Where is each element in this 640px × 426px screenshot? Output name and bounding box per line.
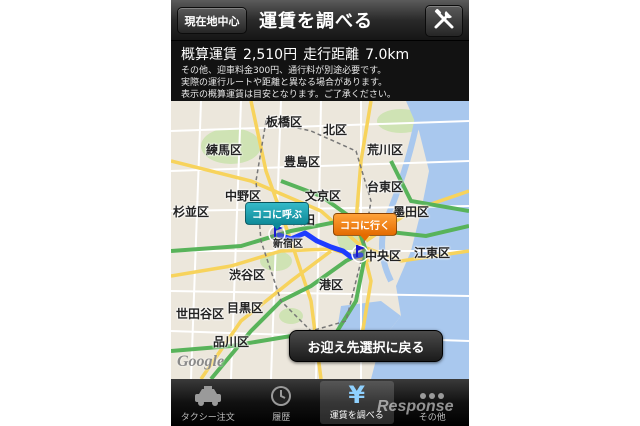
tools-button[interactable] [425,5,463,37]
tab-label: 運賃を調べる [329,411,384,421]
fare-summary: 概算運賃 2,510円 走行距離 7.0km [181,44,415,64]
destination-callout[interactable]: ココに行く [333,213,397,241]
tab-history[interactable]: 履歴 [245,379,319,426]
ward-label: 台東区 [367,180,404,194]
taxi-icon [193,382,223,410]
fare-value: 2,510円 [243,47,298,63]
app-screen: 現在地中心 運賃を調べる 概算運賃 2,510円 走行距離 7.0km その他、迎車料… [171,0,469,426]
map-view[interactable]: 北区 荒川区 板橋区 練馬区 豊島区 台東区 中野区 文京区 杉並区 代田 墨田… [171,101,469,379]
fare-info-panel: 概算運賃 2,510円 走行距離 7.0km その他、迎車料金300円、通行料が別途必… [171,41,469,101]
pickup-callout[interactable]: ココに呼ぶ [245,202,309,230]
ward-label: 港区 [319,278,344,292]
tab-taxi-order[interactable]: タクシー注文 [171,379,245,426]
ward-label: 文京区 [305,189,342,203]
ward-label: 板橋区 [266,115,303,129]
ward-label: 品川区 [213,335,250,349]
distance-label: 走行距離 [303,47,360,63]
ward-label: 墨田区 [393,205,430,219]
ward-label: 中央区 [365,249,402,263]
fare-label: 概算運賃 [181,47,237,63]
ward-label: 練馬区 [206,143,243,157]
page-title: 運賃を調べる [259,11,373,32]
tools-icon [433,8,455,34]
distance-value: 7.0km [365,47,410,63]
ward-label: 豊島区 [284,155,321,169]
navigation-bar: 現在地中心 運賃を調べる [171,0,469,41]
ward-label: 北区 [323,123,348,137]
ward-label: 世田谷区 [176,307,225,321]
back-to-pickup-button[interactable]: お迎え先選択に戻る [289,330,443,362]
ward-label: 新宿区 [273,239,303,250]
yen-icon: ¥ [348,380,366,409]
current-location-button[interactable]: 現在地中心 [177,7,247,34]
ward-label: 荒川区 [367,143,404,157]
note-line: 表示の概算運賃は目安となります。ご了承ください。 [181,90,396,100]
ward-label: 江東区 [414,246,451,260]
response-watermark: Response [377,398,454,415]
ward-label: 目黒区 [227,301,264,315]
google-logo: Google [177,353,225,370]
clock-icon [269,382,293,410]
tab-label: タクシー注文 [180,413,235,423]
ward-label: 杉並区 [173,205,210,219]
ward-label: 渋谷区 [229,268,266,282]
tab-label: 履歴 [272,413,291,423]
